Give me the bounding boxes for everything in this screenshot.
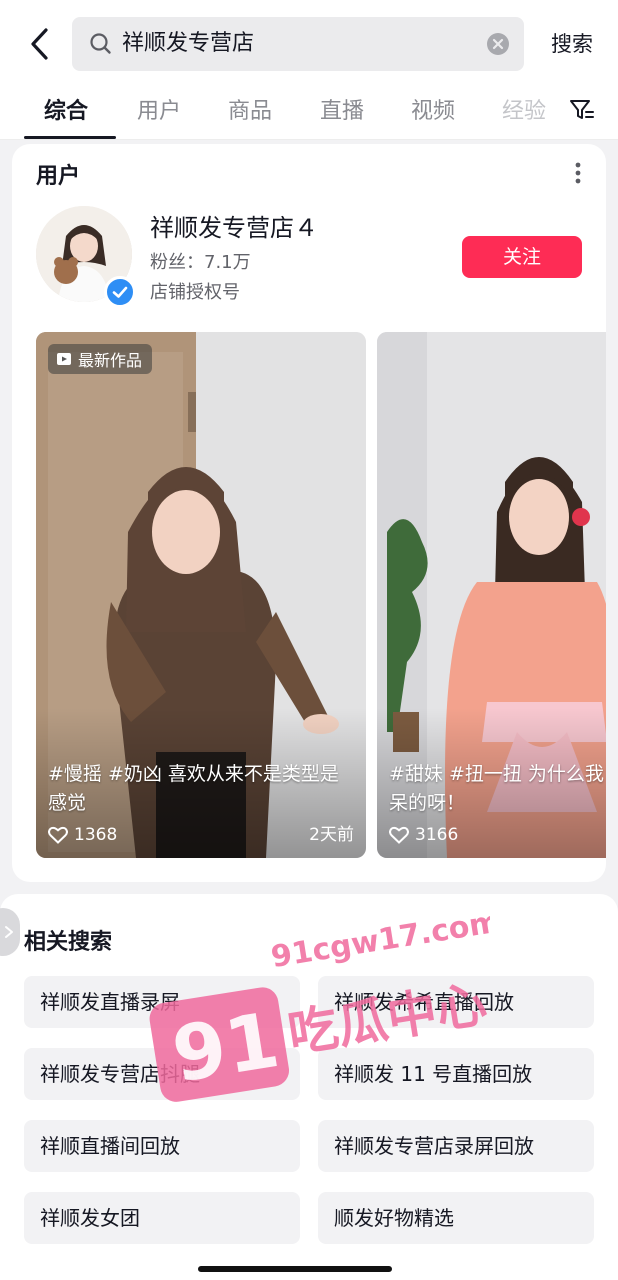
tab-experience[interactable]: 经验 (502, 94, 546, 130)
home-indicator (198, 1266, 392, 1272)
related-search-item[interactable]: 祥顺直播间回放 (24, 1120, 300, 1172)
user-name[interactable]: 祥顺发专营店４ (150, 208, 318, 243)
video-caption: #甜妹 #扭一扭 为什么我 呆的呀！ (389, 763, 604, 814)
chevron-left-icon (31, 28, 48, 60)
latest-work-label: 最新作品 (78, 351, 143, 370)
active-tab-indicator (24, 136, 116, 139)
video-icon (57, 353, 71, 365)
video-likes-count: 1368 (74, 825, 118, 845)
related-search-item[interactable]: 祥顺发专营店录屏回放 (318, 1120, 594, 1172)
side-drawer-handle[interactable] (0, 908, 20, 956)
related-search-item[interactable]: 祥顺发专营店抖腿 (24, 1048, 300, 1100)
user-account-type: 店铺授权号 (150, 282, 240, 303)
chevron-right-icon (5, 926, 13, 938)
top-bar: 祥顺发专营店 搜索 (0, 0, 618, 86)
heart-icon (48, 826, 68, 844)
tab-live[interactable]: 直播 (320, 94, 364, 130)
video-caption: #慢摇 #奶凶 喜欢从来不是类型是感觉 (48, 763, 339, 814)
tab-all[interactable]: 综合 (44, 94, 88, 130)
video-time-ago: 2天前 (309, 825, 354, 845)
video-likes-count: 3166 (415, 825, 459, 845)
latest-work-badge: 最新作品 (48, 344, 153, 374)
follow-button[interactable]: 关注 (462, 236, 582, 278)
related-searches-title: 相关搜索 (24, 930, 113, 955)
video-likes: 1368 (48, 822, 117, 848)
video-likes: 3166 (389, 822, 458, 848)
related-search-item[interactable]: 祥顺发女团 (24, 1192, 300, 1244)
video-card[interactable]: #甜妹 #扭一扭 为什么我 呆的呀！ 3166 (377, 332, 606, 858)
clear-icon[interactable] (486, 32, 510, 56)
search-icon (90, 33, 111, 54)
heart-icon (389, 826, 409, 844)
related-search-item[interactable]: 祥顺发直播录屏 (24, 976, 300, 1028)
related-searches-section: 相关搜索 祥顺发直播录屏 祥顺发希希直播回放 祥顺发专营店抖腿 祥顺发 11 号… (0, 894, 618, 1280)
more-options-icon[interactable] (566, 158, 590, 188)
section-title-users: 用户 (36, 164, 81, 189)
tab-bar: 综合 用户 商品 直播 视频 经验 (0, 86, 618, 140)
search-input[interactable]: 祥顺发专营店 (122, 17, 482, 71)
related-search-item[interactable]: 顺发好物精选 (318, 1192, 594, 1244)
user-result-card: 用户 祥顺发专营店４ 粉丝：7.1万 店铺授权号 关注 最新作品 #慢摇 #奶凶… (12, 144, 606, 882)
back-button[interactable] (22, 24, 58, 64)
search-box[interactable]: 祥顺发专营店 (72, 17, 524, 71)
verified-badge-icon (104, 276, 136, 308)
tab-users[interactable]: 用户 (137, 94, 181, 130)
related-search-item[interactable]: 祥顺发希希直播回放 (318, 976, 594, 1028)
filter-icon[interactable] (568, 96, 596, 124)
tab-videos[interactable]: 视频 (411, 94, 455, 130)
tab-products[interactable]: 商品 (228, 94, 272, 130)
related-search-item[interactable]: 祥顺发 11 号直播回放 (318, 1048, 594, 1100)
video-card[interactable]: 最新作品 #慢摇 #奶凶 喜欢从来不是类型是感觉 1368 2天前 (36, 332, 366, 858)
search-button[interactable]: 搜索 (540, 24, 604, 64)
user-fans-count: 粉丝：7.1万 (150, 252, 251, 273)
